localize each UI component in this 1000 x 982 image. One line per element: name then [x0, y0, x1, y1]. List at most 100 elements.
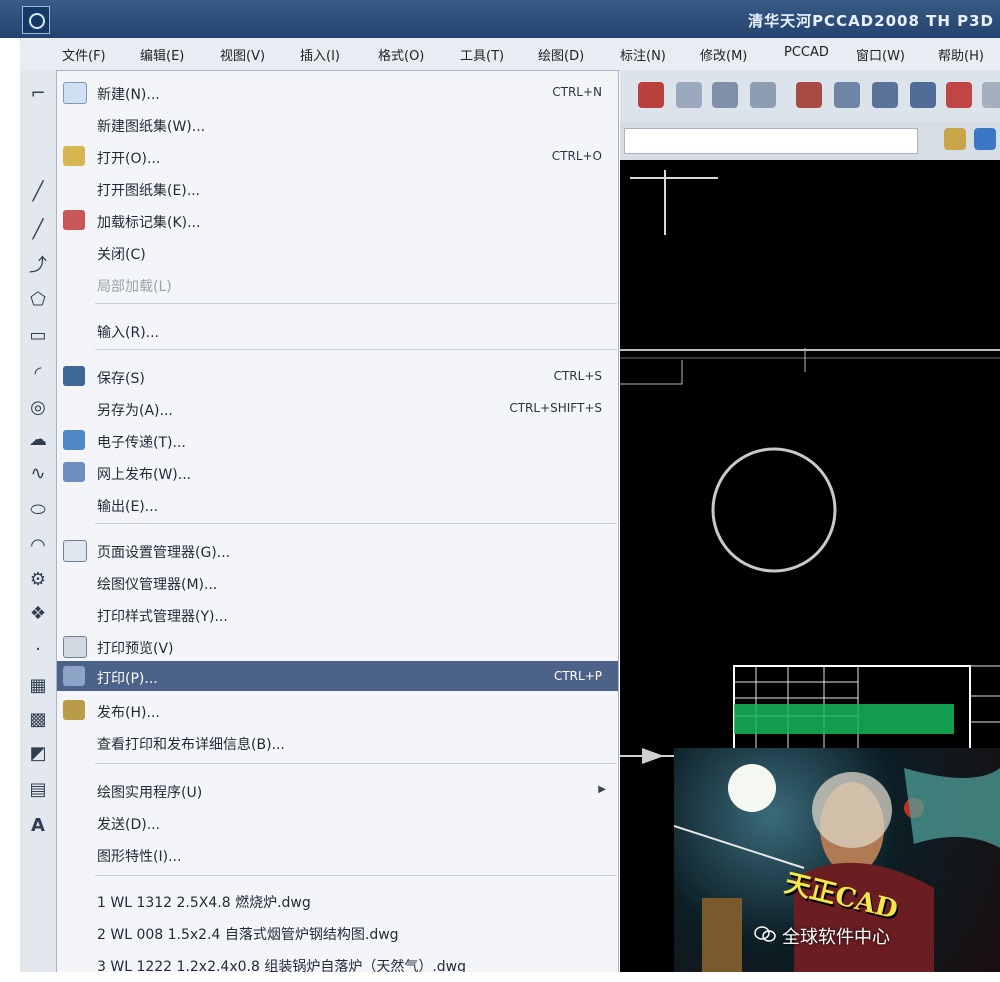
- menu-item-label: 输出(E)...: [97, 499, 159, 515]
- app-icon[interactable]: [22, 6, 50, 34]
- menu-item-drawing-utilities[interactable]: 绘图实用程序(U) ▶: [57, 775, 618, 805]
- menu-separator: [95, 303, 617, 304]
- menu-item-label: 电子传递(T)...: [97, 435, 186, 451]
- menu-item-label: 局部加载(L): [97, 279, 172, 295]
- gradient-icon[interactable]: ▩: [26, 708, 50, 732]
- page-setup-icon: [63, 540, 87, 562]
- rectangle-icon[interactable]: ▭: [26, 324, 50, 348]
- spline-icon[interactable]: ∿: [26, 462, 50, 486]
- menu-item-label: 图形特性(I)...: [97, 849, 182, 865]
- multiline-text-icon[interactable]: A: [26, 814, 50, 838]
- menu-view[interactable]: 视图(V): [220, 45, 265, 64]
- polyline-icon[interactable]: ⤴: [26, 254, 50, 278]
- etransmit-icon: [63, 430, 85, 450]
- menu-item-label: 输入(R)...: [97, 325, 160, 341]
- markup-set-icon: [63, 210, 85, 230]
- insert-block-icon[interactable]: ⚙: [26, 568, 50, 592]
- markup-icon[interactable]: [946, 82, 972, 108]
- menu-item-publish[interactable]: 发布(H)...: [57, 695, 618, 725]
- menu-item-etransmit[interactable]: 电子传递(T)...: [57, 425, 618, 455]
- menu-item-save-as[interactable]: 另存为(A)... CTRL+SHIFT+S: [57, 393, 618, 423]
- menu-item-new-sheet-set[interactable]: 新建图纸集(W)...: [57, 109, 618, 139]
- menu-item-open[interactable]: 打开(O)... CTRL+O: [57, 141, 618, 171]
- layer-dropdown[interactable]: [624, 128, 918, 154]
- menu-tools[interactable]: 工具(T): [460, 45, 504, 64]
- polygon-icon[interactable]: ⬠: [26, 288, 50, 312]
- pan-icon[interactable]: [638, 82, 664, 108]
- menu-item-export[interactable]: 输出(E)...: [57, 489, 618, 519]
- menu-format[interactable]: 格式(O): [378, 45, 424, 64]
- point-icon[interactable]: ·: [26, 638, 50, 662]
- submenu-arrow-icon: ▶: [598, 784, 606, 795]
- select-icon[interactable]: ⌐: [26, 82, 50, 106]
- menu-item-recent-file-2[interactable]: 2 WL 008 1.5x2.4 自落式烟管炉钢结构图.dwg: [57, 917, 618, 947]
- menu-item-label: 发布(H)...: [97, 705, 160, 721]
- menu-help[interactable]: 帮助(H): [938, 45, 984, 64]
- zoom-realtime-icon[interactable]: [676, 82, 702, 108]
- menu-item-label: 绘图仪管理器(M)...: [97, 577, 218, 593]
- region-icon[interactable]: ◩: [26, 742, 50, 766]
- ellipse-icon[interactable]: ⬭: [26, 498, 50, 522]
- menu-item-new[interactable]: 新建(N)... CTRL+N: [57, 77, 618, 107]
- table-icon[interactable]: ▤: [26, 778, 50, 802]
- publish-icon: [63, 700, 85, 720]
- menu-item-plot[interactable]: 打印(P)... CTRL+P: [57, 661, 618, 691]
- menu-item-label: 2 WL 008 1.5x2.4 自落式烟管炉钢结构图.dwg: [97, 927, 399, 943]
- standard-toolbar: [620, 70, 1000, 122]
- menu-item-shortcut: CTRL+P: [553, 669, 602, 683]
- menu-draw[interactable]: 绘图(D): [538, 45, 584, 64]
- menu-file[interactable]: 文件(F): [62, 45, 106, 64]
- menu-item-import[interactable]: 输入(R)...: [57, 315, 618, 345]
- properties-icon[interactable]: [796, 82, 822, 108]
- wechat-icon: [754, 926, 776, 942]
- menu-item-label: 页面设置管理器(G)...: [97, 545, 231, 561]
- menu-item-label: 打开图纸集(E)...: [97, 183, 201, 199]
- sheet-set-icon[interactable]: [910, 82, 936, 108]
- menu-edit[interactable]: 编辑(E): [140, 45, 184, 64]
- menu-item-label: 加载标记集(K)...: [97, 215, 201, 231]
- menu-item-shortcut: CTRL+O: [551, 149, 602, 163]
- line-icon[interactable]: ╱: [26, 180, 50, 204]
- hatch-icon[interactable]: ▦: [26, 674, 50, 698]
- menu-item-drawing-properties[interactable]: 图形特性(I)...: [57, 839, 618, 869]
- menu-item-page-setup-manager[interactable]: 页面设置管理器(G)...: [57, 535, 618, 565]
- menu-item-label: 另存为(A)...: [97, 403, 173, 419]
- zoom-previous-icon[interactable]: [750, 82, 776, 108]
- menu-item-send[interactable]: 发送(D)...: [57, 807, 618, 837]
- menu-item-close[interactable]: 关闭(C): [57, 237, 618, 267]
- menu-item-label: 新建图纸集(W)...: [97, 119, 206, 135]
- menu-item-load-markup-set[interactable]: 加载标记集(K)...: [57, 205, 618, 235]
- menu-item-recent-file-1[interactable]: 1 WL 1312 2.5X4.8 燃烧炉.dwg: [57, 885, 618, 915]
- menu-pccad[interactable]: PCCAD: [784, 45, 829, 60]
- menu-window[interactable]: 窗口(W): [856, 45, 905, 64]
- menu-item-label: 打印预览(V): [97, 641, 174, 657]
- menu-item-publish-web[interactable]: 网上发布(W)...: [57, 457, 618, 487]
- calculator-icon[interactable]: [982, 82, 1000, 108]
- menu-dimension[interactable]: 标注(N): [620, 45, 666, 64]
- menu-item-plot-details[interactable]: 查看打印和发布详细信息(B)...: [57, 727, 618, 757]
- tool-palette-icon[interactable]: [872, 82, 898, 108]
- menu-item-label: 查看打印和发布详细信息(B)...: [97, 737, 285, 753]
- menu-item-label: 保存(S): [97, 371, 145, 387]
- menu-modify[interactable]: 修改(M): [700, 45, 747, 64]
- layer-manager-icon[interactable]: [974, 128, 996, 150]
- arc-icon[interactable]: ◜: [26, 362, 50, 386]
- design-center-icon[interactable]: [834, 82, 860, 108]
- layer-state-icon[interactable]: [944, 128, 966, 150]
- make-block-icon[interactable]: ❖: [26, 602, 50, 626]
- menu-item-shortcut: CTRL+S: [553, 369, 602, 383]
- menu-item-label: 新建(N)...: [97, 87, 160, 103]
- menu-item-plot-preview[interactable]: 打印预览(V): [57, 631, 618, 661]
- menu-insert[interactable]: 插入(I): [300, 45, 340, 64]
- construction-line-icon[interactable]: ╱: [26, 218, 50, 242]
- circle-icon[interactable]: ◎: [26, 396, 50, 420]
- menu-item-save[interactable]: 保存(S) CTRL+S: [57, 361, 618, 391]
- zoom-window-icon[interactable]: [712, 82, 738, 108]
- ellipse-arc-icon[interactable]: ◠: [26, 534, 50, 558]
- menu-item-open-sheet-set[interactable]: 打开图纸集(E)...: [57, 173, 618, 203]
- menu-item-plot-style-manager[interactable]: 打印样式管理器(Y)...: [57, 599, 618, 629]
- menu-item-plotter-manager[interactable]: 绘图仪管理器(M)...: [57, 567, 618, 597]
- watermark-text: 全球软件中心: [782, 927, 890, 948]
- layer-toolbar: [620, 122, 1000, 160]
- revision-cloud-icon[interactable]: ☁: [26, 428, 50, 452]
